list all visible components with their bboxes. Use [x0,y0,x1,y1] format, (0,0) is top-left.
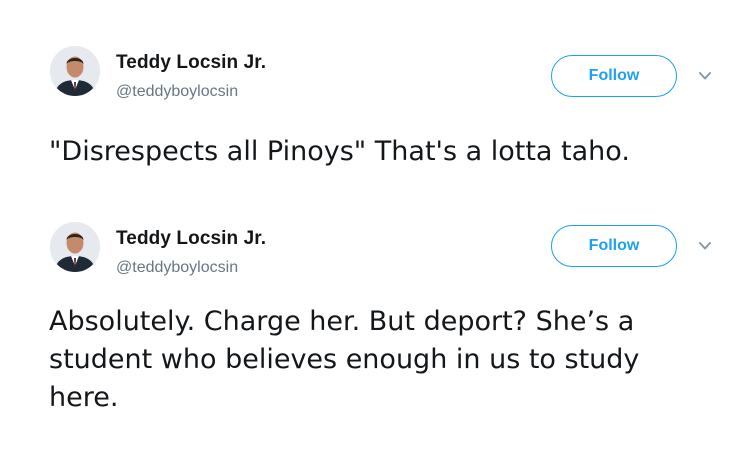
display-name[interactable]: Teddy Locsin Jr. [116,228,266,250]
tweet-text: "Disrespects all Pinoys" That's a lotta … [49,136,630,167]
follow-button[interactable]: Follow [551,225,677,267]
avatar[interactable] [50,46,100,96]
user-handle[interactable]: @teddyboylocsin [116,259,238,277]
avatar-portrait-icon [50,222,100,272]
avatar[interactable] [50,222,100,272]
chevron-down-icon[interactable] [696,239,714,253]
tweet-text: Absolutely. Charge her. But deport? She’… [49,306,640,413]
tweet-card: Teddy Locsin Jr. @teddyboylocsin Follow … [0,200,750,450]
avatar-portrait-icon [50,46,100,96]
display-name[interactable]: Teddy Locsin Jr. [116,52,266,74]
tweet-card: Teddy Locsin Jr. @teddyboylocsin Follow … [0,0,750,200]
chevron-down-icon[interactable] [696,69,714,83]
follow-button[interactable]: Follow [551,55,677,97]
user-handle[interactable]: @teddyboylocsin [116,83,238,101]
